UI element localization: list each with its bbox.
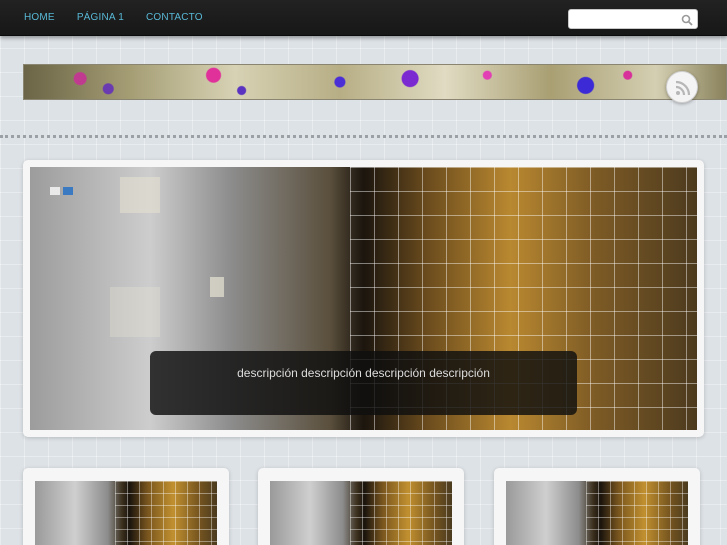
section-divider: [0, 135, 727, 138]
post-card-3[interactable]: [494, 468, 700, 545]
wall-lamp: [210, 277, 224, 297]
rss-icon[interactable]: [666, 71, 698, 103]
thumbnail-grid: [586, 481, 688, 545]
post-card-2[interactable]: [258, 468, 464, 545]
search-input[interactable]: [569, 11, 677, 30]
slider-indicators: [50, 187, 73, 195]
thumbnail-grid: [350, 481, 452, 545]
wall-panel: [110, 287, 160, 337]
nav-pagina-1-link[interactable]: PÁGINA 1: [77, 12, 124, 23]
post-card-1[interactable]: [23, 468, 229, 545]
thumbnail-grid: [115, 481, 217, 545]
search-icon[interactable]: [681, 13, 693, 26]
nav-home-link[interactable]: HOME: [24, 12, 55, 23]
slider-caption: descripción descripción descripción desc…: [150, 351, 577, 415]
post-thumbnail[interactable]: [35, 481, 217, 545]
header-banner: [23, 64, 727, 100]
search-box: [568, 9, 698, 30]
top-navigation-bar: HOME PÁGINA 1 CONTACTO: [0, 0, 727, 36]
nav-contacto-link[interactable]: CONTACTO: [146, 12, 203, 23]
slide-indicator-2[interactable]: [63, 187, 73, 195]
main-menu: HOME PÁGINA 1 CONTACTO: [24, 12, 203, 23]
post-thumbnail[interactable]: [270, 481, 452, 545]
ceiling-lamp: [120, 177, 160, 213]
post-thumbnail[interactable]: [506, 481, 688, 545]
slide-indicator-1[interactable]: [50, 187, 60, 195]
